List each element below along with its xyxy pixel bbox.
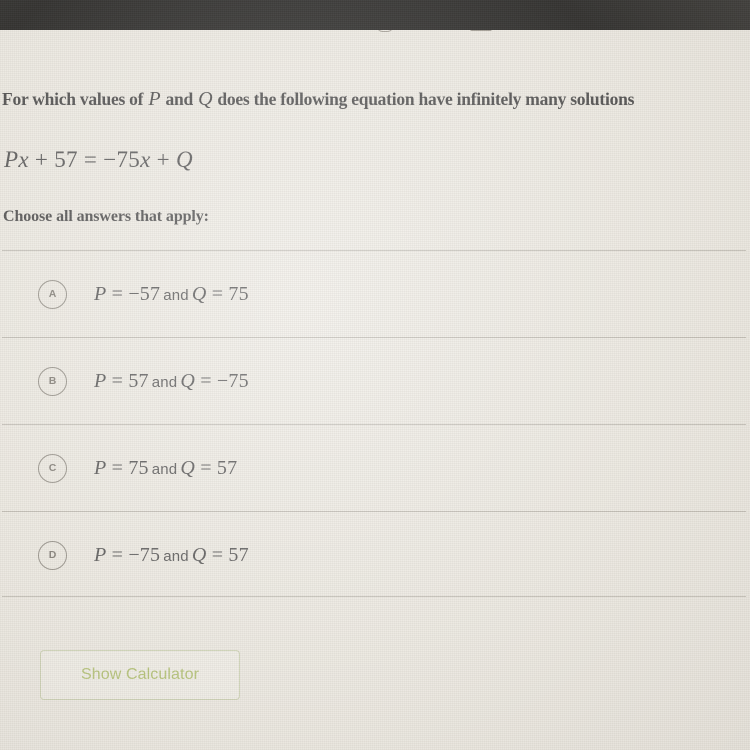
- choice-letter-b: B: [48, 375, 57, 387]
- choice-c-var-q: Q: [180, 456, 196, 479]
- choice-a-p-value: −57: [128, 282, 161, 305]
- choice-b-equals-1: =: [106, 369, 129, 392]
- show-calculator-button[interactable]: Show Calculator: [40, 650, 240, 700]
- choice-d-p-value: −75: [128, 543, 161, 566]
- choice-bubble-a[interactable]: A: [38, 279, 67, 309]
- choice-letter-c: C: [48, 462, 57, 474]
- choice-bubble-d[interactable]: D: [38, 540, 67, 570]
- choice-c-q-value: 57: [216, 456, 238, 479]
- choice-c-equals-1: =: [106, 456, 129, 479]
- choice-d-equals-2: =: [206, 543, 229, 566]
- show-calculator-label: Show Calculator: [81, 666, 199, 683]
- choice-d-q-value: 57: [228, 543, 249, 566]
- choice-letter-d: D: [48, 549, 57, 561]
- choice-a-var-q: Q: [191, 282, 207, 305]
- choice-text-c: P = 75 and Q = 57: [94, 457, 237, 480]
- choice-b-equals-2: =: [195, 369, 217, 392]
- choice-d-var-q: Q: [191, 543, 207, 566]
- equation-plus-right: +: [150, 147, 176, 172]
- choice-b-p-value: 57: [128, 369, 149, 392]
- choice-d-var-p: P: [94, 543, 107, 566]
- exercise-content: For which values of P and Q does the fol…: [0, 30, 750, 750]
- choice-b-var-q: Q: [180, 369, 196, 392]
- choice-b-conjunction: and: [151, 373, 178, 391]
- exercise-screenshot: For which values of P and Q does the fol…: [0, 0, 750, 750]
- question-stem-part-1: For which values of: [2, 89, 148, 109]
- choice-c-var-p: P: [94, 456, 107, 479]
- equation-var-x-right: x: [140, 147, 151, 172]
- choice-row-b[interactable]: B P = 57 and Q = −75: [0, 338, 746, 424]
- question-stem-part-2: and: [161, 89, 198, 109]
- equation-var-x-left: x: [18, 147, 29, 172]
- question-stem: For which values of P and Q does the fol…: [2, 88, 750, 111]
- choice-d-conjunction: and: [163, 547, 189, 565]
- equation-plus-left: +: [28, 147, 55, 172]
- question-stem-part-3: does the following equation have infinit…: [213, 89, 635, 109]
- choice-bubble-b[interactable]: B: [38, 366, 67, 396]
- instruction-text: Choose all answers that apply:: [3, 208, 209, 225]
- question-variable-q: Q: [198, 88, 213, 110]
- choice-text-a: P = −57 and Q = 75: [94, 283, 249, 306]
- choice-letter-a: A: [48, 288, 57, 300]
- top-crop-bar: [0, 0, 750, 30]
- choice-bubble-c[interactable]: C: [38, 453, 67, 483]
- choice-a-q-value: 75: [228, 282, 249, 305]
- equation-var-q: Q: [176, 147, 193, 172]
- choice-c-conjunction: and: [151, 460, 178, 478]
- choice-row-a[interactable]: A P = −57 and Q = 75: [0, 251, 746, 337]
- question-variable-p: P: [148, 88, 161, 110]
- equation-const-57: 57: [54, 147, 78, 172]
- choice-d-equals-1: =: [106, 543, 129, 566]
- choice-a-equals-1: =: [106, 282, 129, 305]
- choice-b-var-p: P: [94, 369, 107, 392]
- equation-var-p: P: [4, 147, 19, 172]
- equation-equals: =: [77, 147, 104, 172]
- choice-row-c[interactable]: C P = 75 and Q = 57: [0, 425, 746, 511]
- choice-a-var-p: P: [94, 282, 107, 305]
- choice-a-equals-2: =: [206, 282, 229, 305]
- equation: Px + 57 = −75x + Q: [4, 147, 193, 173]
- equation-coeff-minus-75: −75: [103, 147, 141, 172]
- choice-text-d: P = −75 and Q = 57: [94, 544, 249, 567]
- choice-row-d[interactable]: D P = −75 and Q = 57: [0, 512, 746, 598]
- choice-text-b: P = 57 and Q = −75: [94, 370, 249, 393]
- choice-b-q-value: −75: [216, 369, 249, 392]
- choice-c-equals-2: =: [195, 456, 217, 479]
- choice-c-p-value: 75: [128, 456, 149, 479]
- choice-a-conjunction: and: [163, 286, 189, 304]
